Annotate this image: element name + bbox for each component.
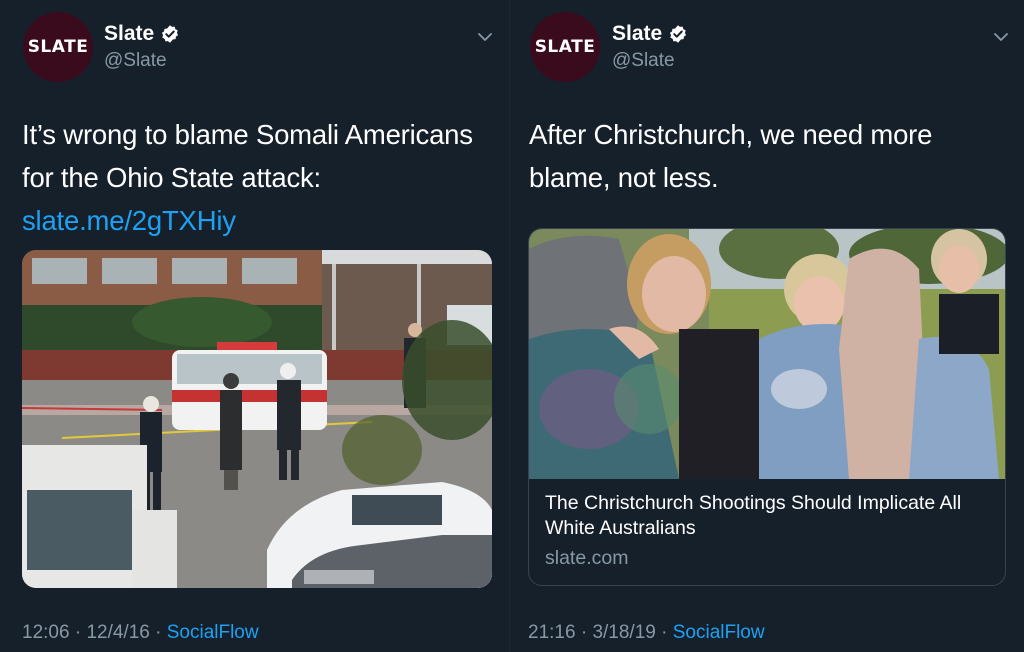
tweet-photo[interactable]	[22, 250, 492, 588]
chevron-down-icon[interactable]	[476, 28, 494, 46]
tweet-meta: 12:06 · 12/4/16 · SocialFlow	[22, 622, 259, 644]
verified-badge-icon	[162, 25, 179, 43]
tweet-date[interactable]: 3/18/19	[592, 622, 655, 643]
meta-separator: ·	[69, 622, 87, 643]
tweet-source[interactable]: SocialFlow	[673, 622, 765, 643]
meta-separator: ·	[575, 622, 593, 643]
tweet-text: After Christchurch, we need more blame, …	[529, 119, 933, 193]
card-domain: slate.com	[545, 547, 629, 569]
card-image	[529, 229, 1005, 479]
author-name[interactable]: Slate	[104, 22, 154, 46]
author-handle[interactable]: @Slate	[612, 50, 675, 72]
tweet-text: It’s wrong to blame Somali Americans for…	[22, 113, 492, 242]
author-name[interactable]: Slate	[612, 22, 662, 46]
meta-separator: ·	[149, 622, 167, 643]
author-row: Slate	[612, 22, 688, 46]
tweet-source[interactable]: SocialFlow	[167, 622, 259, 643]
tweet-body: It’s wrong to blame Somali Americans for…	[22, 119, 473, 193]
chevron-down-icon[interactable]	[992, 28, 1010, 46]
crime-scene-photo	[22, 250, 492, 588]
tweet-date[interactable]: 12/4/16	[86, 622, 149, 643]
tweet-2[interactable]: SLATE Slate @Slate After Christchurch, w…	[510, 0, 1024, 652]
tweet-link[interactable]: slate.me/2gTXHiy	[22, 205, 236, 236]
meta-separator: ·	[655, 622, 673, 643]
author-row: Slate	[104, 22, 180, 46]
tweet-time[interactable]: 12:06	[22, 622, 70, 643]
tweet-1[interactable]: SLATE Slate @Slate It’s wrong to blame S…	[0, 0, 510, 652]
verified-badge-icon	[670, 25, 687, 43]
link-card[interactable]: The Christchurch Shootings Should Implic…	[528, 228, 1006, 586]
author-handle[interactable]: @Slate	[104, 50, 167, 72]
avatar[interactable]: SLATE	[530, 12, 600, 82]
embrace-photo	[529, 229, 1005, 479]
avatar[interactable]: SLATE	[23, 12, 93, 82]
tweet-time[interactable]: 21:16	[528, 622, 576, 643]
card-title[interactable]: The Christchurch Shootings Should Implic…	[545, 491, 995, 541]
tweet-comparison: SLATE Slate @Slate It’s wrong to blame S…	[0, 0, 1024, 652]
tweet-meta: 21:16 · 3/18/19 · SocialFlow	[528, 622, 765, 644]
